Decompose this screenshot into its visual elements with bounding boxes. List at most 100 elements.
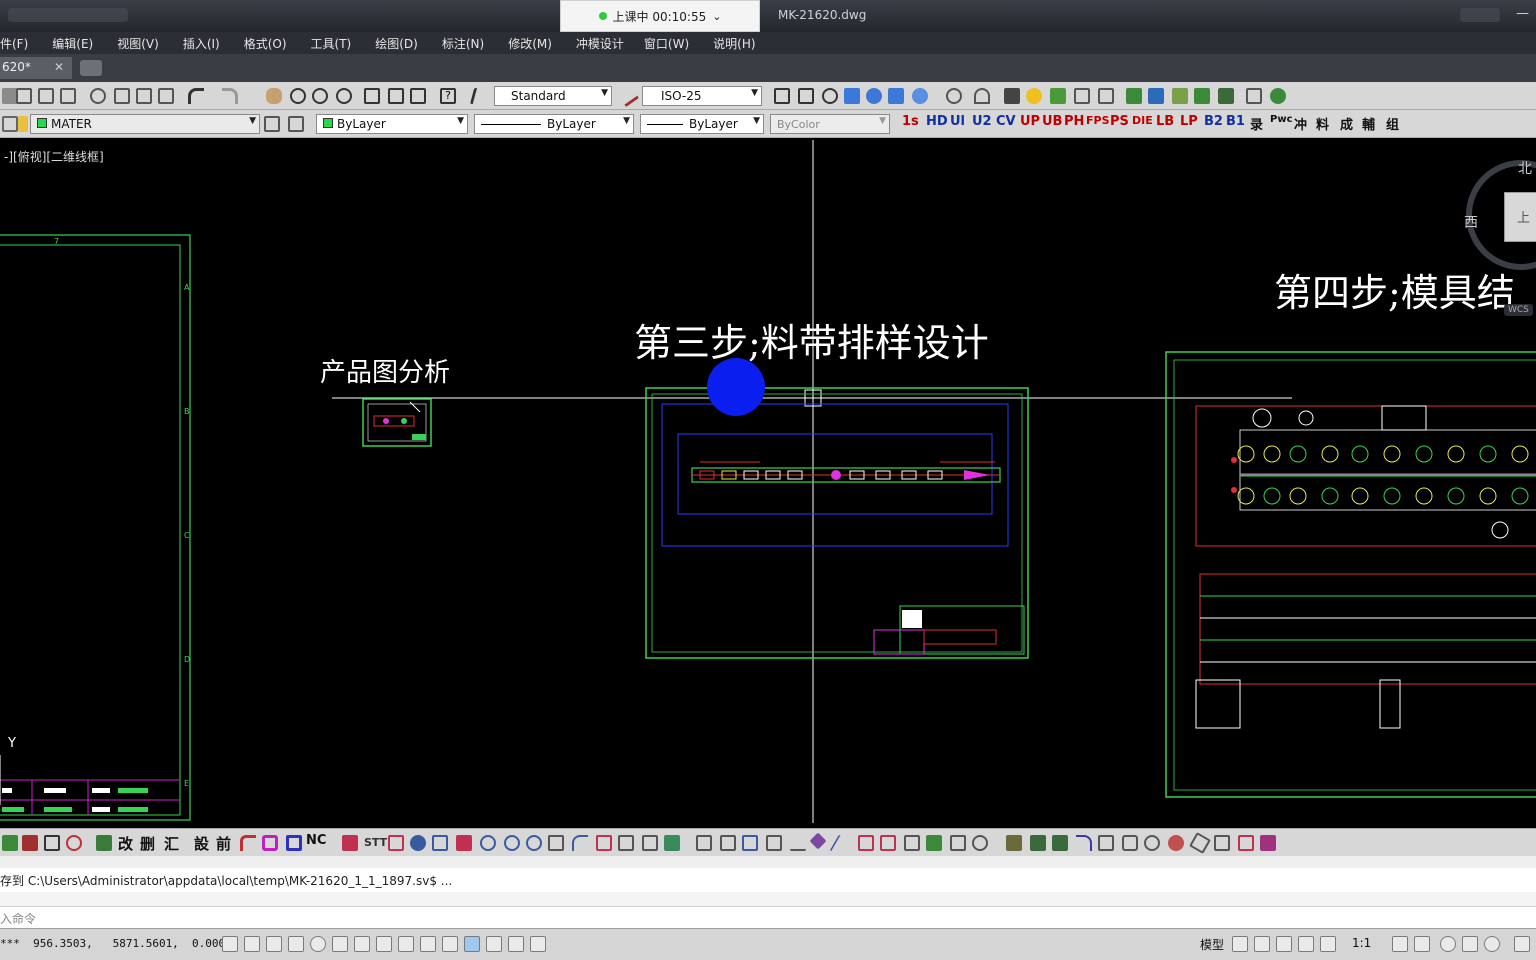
die-tool-35-icon[interactable] [1076, 835, 1092, 851]
die-tool-38-icon[interactable] [1144, 835, 1160, 851]
tool-nc[interactable]: NC [306, 833, 326, 853]
die-tool-27-icon[interactable] [880, 835, 896, 851]
die-tool-8-icon[interactable] [286, 835, 302, 851]
plot-icon[interactable] [60, 88, 76, 104]
qp-icon[interactable] [486, 936, 502, 952]
tool-c-icon[interactable] [1098, 88, 1114, 104]
die-tool-42-icon[interactable] [1238, 835, 1254, 851]
layout-1-icon[interactable] [1232, 936, 1248, 952]
tool-setup[interactable]: 設 [194, 833, 209, 853]
lwt-icon[interactable] [442, 936, 458, 952]
cut-icon[interactable] [90, 88, 106, 104]
quick-view-layouts-icon[interactable] [1276, 936, 1292, 952]
die-tool-22-icon[interactable] [766, 835, 782, 851]
tool-g-icon[interactable] [1194, 88, 1210, 104]
die-tool-3-icon[interactable] [44, 835, 60, 851]
copy-icon[interactable] [114, 88, 130, 104]
die-tool-26-icon[interactable] [858, 835, 874, 851]
die-btn-b2[interactable]: B2 [1204, 114, 1223, 134]
paste-icon[interactable] [136, 88, 152, 104]
tool-a-icon[interactable] [1050, 88, 1066, 104]
linetype-select[interactable]: ByLayer ▼ [474, 114, 634, 134]
tool-h-icon[interactable] [1218, 88, 1234, 104]
new-tab-button[interactable] [80, 60, 102, 76]
die-btn-group[interactable]: 组 [1386, 114, 1399, 134]
menu-die-design[interactable]: 冲模设计 [576, 35, 624, 52]
menu-edit[interactable]: 编辑(E) [52, 35, 93, 52]
die-tool-31-icon[interactable] [972, 835, 988, 851]
circle-tool-icon[interactable] [526, 835, 542, 851]
die-tool-17-icon[interactable] [642, 835, 658, 851]
print-icon[interactable] [16, 88, 32, 104]
layer-manager-icon[interactable] [2, 116, 18, 132]
dim-style-select[interactable]: ISO-25 ▼ [642, 86, 762, 106]
die-tool-10-icon[interactable] [388, 835, 404, 851]
tool-i-icon[interactable] [1246, 88, 1262, 104]
text-style-icon[interactable] [469, 88, 491, 104]
plotstyle-select[interactable]: ByColor ▼ [770, 114, 890, 134]
clean-screen-icon[interactable] [1514, 936, 1530, 952]
help-icon[interactable]: ? [440, 88, 456, 104]
zoom-previous-icon[interactable] [336, 88, 352, 104]
workspace-gear-icon[interactable] [1440, 936, 1456, 952]
circle-small-icon[interactable] [504, 835, 520, 851]
redo-icon[interactable] [222, 88, 238, 104]
die-btn-punch[interactable]: 冲 [1294, 114, 1307, 134]
grid-icon[interactable] [266, 936, 282, 952]
model-tab[interactable]: 模型 [1200, 936, 1224, 953]
die-tool-2-icon[interactable] [22, 835, 38, 851]
lightbulb-icon[interactable] [18, 116, 28, 132]
command-input[interactable]: 入命令 [0, 906, 1536, 928]
polar-icon[interactable] [310, 936, 326, 952]
wcs-menu[interactable]: WCS [1504, 304, 1533, 316]
die-btn-ph[interactable]: PH [1064, 114, 1084, 134]
die-tool-25-icon[interactable] [829, 835, 855, 851]
properties-icon[interactable] [364, 88, 380, 104]
layer-select[interactable]: MATER ▼ [30, 114, 260, 134]
die-btn-lp[interactable]: LP [1180, 114, 1198, 134]
annotation-scale[interactable]: 1:1 [1352, 936, 1371, 950]
menu-draw[interactable]: 绘图(D) [375, 35, 418, 52]
3d-wedge-icon[interactable] [798, 88, 814, 104]
die-tool-21-icon[interactable] [742, 835, 758, 851]
material-icon[interactable] [888, 88, 904, 104]
sc-icon[interactable] [508, 936, 524, 952]
infer-icon[interactable] [222, 936, 238, 952]
pan-icon[interactable] [266, 88, 282, 104]
menu-format[interactable]: 格式(O) [244, 35, 287, 52]
annotation-visibility-icon[interactable] [1392, 936, 1408, 952]
tool-delete[interactable]: 删 [140, 833, 155, 853]
lock-icon[interactable] [1462, 936, 1478, 952]
die-btn-cv[interactable]: CV [996, 114, 1016, 134]
pan-status-icon[interactable] [1320, 936, 1336, 952]
die-btn-up[interactable]: UP [1020, 114, 1040, 134]
tool-summary[interactable]: 汇 [164, 833, 179, 853]
3d-box-icon[interactable] [774, 88, 790, 104]
tool-f-icon[interactable] [1172, 88, 1188, 104]
layout-2-icon[interactable] [1254, 936, 1270, 952]
die-tool-28-icon[interactable] [904, 835, 920, 851]
otrack-icon[interactable] [376, 936, 392, 952]
text-style-select[interactable]: Standard ▼ [494, 86, 612, 106]
sun-icon[interactable] [1026, 88, 1042, 104]
menu-tools[interactable]: 工具(T) [311, 35, 352, 52]
die-tool-33-icon[interactable] [1030, 835, 1046, 851]
ducs-icon[interactable] [398, 936, 414, 952]
quick-view-drawings-icon[interactable] [1298, 936, 1314, 952]
tool-stt[interactable]: STT [364, 836, 387, 856]
am-icon[interactable] [530, 936, 546, 952]
menu-view[interactable]: 视图(V) [117, 35, 159, 52]
die-tool-18-icon[interactable] [664, 835, 680, 851]
die-btn-u1[interactable]: Ul [950, 114, 965, 134]
die-tool-9-icon[interactable] [342, 835, 358, 851]
die-tool-36-icon[interactable] [1098, 835, 1114, 851]
die-tool-19-icon[interactable] [696, 835, 712, 851]
undo-icon[interactable] [188, 88, 204, 104]
tool-front[interactable]: 前 [216, 833, 231, 853]
die-btn-fps[interactable]: FPS [1086, 114, 1110, 134]
preview-icon[interactable] [38, 88, 54, 104]
close-icon[interactable]: ✕ [54, 60, 64, 74]
die-tool-1-icon[interactable] [2, 835, 18, 851]
menu-window[interactable]: 窗口(W) [644, 35, 689, 52]
orbit-icon[interactable] [946, 88, 962, 104]
